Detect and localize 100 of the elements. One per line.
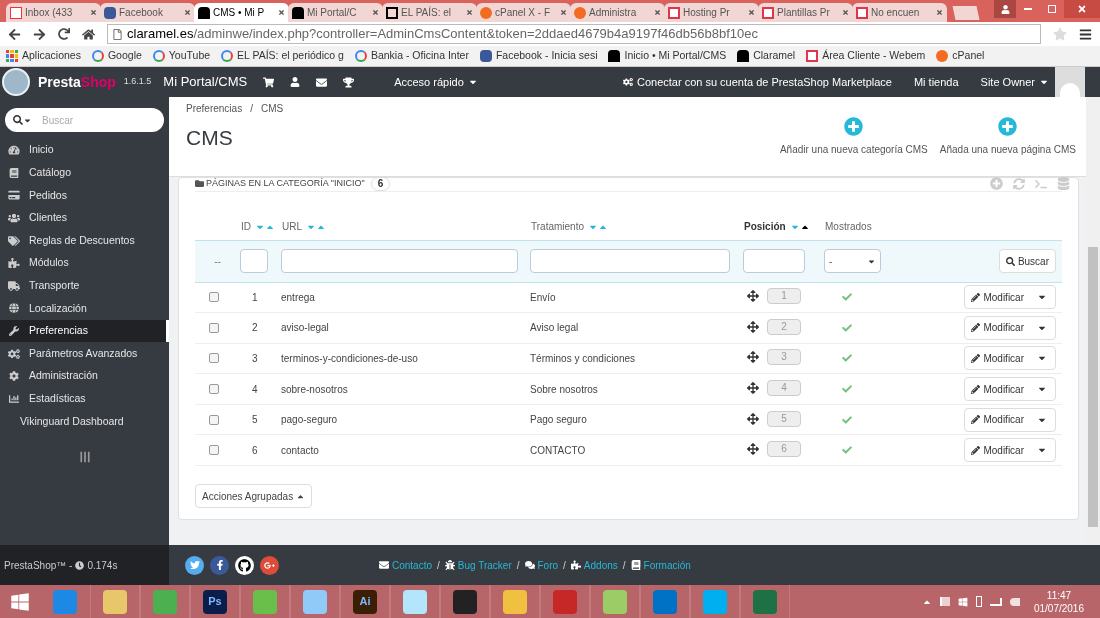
filter-select[interactable]: - (824, 249, 881, 273)
row-checkbox[interactable] (209, 322, 219, 333)
footer-link[interactable]: Addons (583, 557, 618, 573)
taskbar-app[interactable] (90, 585, 140, 618)
sidebar-item[interactable]: Inicio (0, 139, 169, 162)
sidebar-item[interactable]: Reglas de Descuentos (0, 229, 169, 252)
check-icon[interactable] (842, 384, 852, 395)
my-shop-link[interactable]: Mi tienda (913, 73, 959, 91)
taskbar-app[interactable]: Ps (190, 585, 240, 618)
start-icon[interactable] (10, 591, 30, 612)
close-icon[interactable] (748, 9, 755, 16)
sidebar-item[interactable]: Localización (0, 297, 169, 320)
bird-icon[interactable] (185, 555, 204, 575)
taskbar-app[interactable] (290, 585, 340, 618)
back-icon[interactable] (8, 27, 21, 41)
drag-handle-icon[interactable] (747, 351, 759, 364)
browser-tab[interactable]: cPanel X - F (476, 3, 571, 22)
close-icon[interactable] (936, 9, 943, 16)
drag-handle-icon[interactable] (747, 290, 759, 303)
bulk-actions-button[interactable]: Acciones Agrupadas (195, 484, 313, 509)
quick-access-menu[interactable]: Acceso rápido (394, 73, 478, 91)
close-icon[interactable] (466, 9, 473, 16)
search-field[interactable]: Buscar (5, 108, 164, 132)
reload-icon[interactable] (58, 28, 70, 40)
sidebar-item[interactable]: Parámetros Avanzados (0, 342, 169, 365)
edit-button[interactable]: Modificar (964, 377, 1056, 402)
search-input[interactable]: Buscar (42, 112, 142, 128)
row-checkbox[interactable] (209, 445, 219, 456)
g-plus-icon[interactable] (260, 555, 279, 575)
filter-field[interactable] (530, 249, 730, 273)
f-logo-icon[interactable] (210, 555, 229, 575)
filter-field[interactable] (281, 249, 518, 273)
check-icon[interactable] (842, 353, 852, 364)
taskbar-app[interactable] (590, 585, 640, 618)
new-tab-button[interactable] (952, 6, 980, 20)
close-icon[interactable] (184, 9, 191, 16)
bookmark[interactable]: Claramel (737, 48, 796, 64)
close-window-button[interactable] (1064, 0, 1100, 18)
close-icon[interactable] (560, 9, 567, 16)
close-icon[interactable] (372, 9, 379, 16)
clock-time[interactable]: 11:47 (1046, 588, 1072, 602)
shop-name[interactable]: Mi Portal/CMS (163, 72, 248, 92)
drag-handle-icon[interactable] (747, 443, 759, 456)
bookmark[interactable]: YouTube (152, 48, 211, 64)
check-icon[interactable] (842, 292, 852, 303)
check-icon[interactable] (842, 445, 852, 456)
edit-button[interactable]: Modificar (964, 438, 1056, 463)
footer-link[interactable]: Bug Tracker (457, 557, 512, 573)
edit-button[interactable]: Modificar (964, 315, 1056, 340)
edit-button[interactable]: Modificar (964, 346, 1056, 371)
brand-logo[interactable]: PrestaShop (38, 71, 116, 93)
browser-tab[interactable]: Facebook (100, 3, 195, 22)
taskbar-app[interactable] (490, 585, 540, 618)
browser-tab[interactable]: Administra (570, 3, 665, 22)
drag-handle-icon[interactable] (747, 320, 759, 333)
close-icon[interactable] (90, 9, 97, 16)
home-icon[interactable] (82, 27, 95, 41)
row-checkbox[interactable] (209, 353, 219, 364)
user-icon[interactable] (290, 77, 301, 87)
row-checkbox[interactable] (209, 292, 219, 303)
profile-button[interactable] (994, 0, 1016, 18)
trophy-icon[interactable] (343, 76, 355, 88)
breadcrumb-item[interactable]: Preferencias (186, 101, 243, 116)
cat-logo-icon[interactable] (235, 555, 254, 575)
row-checkbox[interactable] (209, 414, 219, 425)
sidebar-item[interactable]: Vikinguard Dashboard (0, 410, 169, 433)
sidebar-item[interactable]: Catálogo (0, 161, 169, 185)
browser-tab[interactable]: Hosting Pr (664, 3, 759, 22)
envelope-icon[interactable] (316, 76, 328, 88)
filter-field[interactable] (240, 249, 268, 273)
close-icon[interactable] (654, 9, 661, 16)
drag-handle-icon[interactable] (747, 382, 759, 395)
sidebar-item[interactable]: Estadísticas (0, 387, 169, 411)
close-icon[interactable] (842, 9, 849, 16)
browser-tab[interactable]: Plantillas Pr (758, 3, 853, 22)
taskbar-app[interactable] (440, 585, 490, 618)
footer-link[interactable]: Contacto (392, 557, 433, 573)
footer-link[interactable]: Formación (643, 557, 691, 573)
sidebar-item[interactable]: Administración (0, 364, 169, 388)
user-menu[interactable]: Site Owner (980, 73, 1049, 91)
sidebar-item[interactable]: Preferencias (0, 319, 169, 343)
address-field[interactable]: claramel.es/adminwe/index.php?controller=AdminCmsContent&token=2ddaed4679b4a9197f46db56b8bf10ec (107, 24, 1041, 44)
battery-icon[interactable] (975, 596, 982, 607)
cart-icon[interactable] (263, 76, 275, 88)
edit-button[interactable]: Modificar (964, 407, 1056, 432)
sidebar-item[interactable]: Pedidos (0, 184, 169, 207)
marketplace-link[interactable]: Conectar con su cuenta de PrestaShop Marketplace (622, 73, 892, 91)
sidebar-item[interactable]: Clientes (0, 206, 169, 230)
check-icon[interactable] (842, 322, 852, 333)
bookmark[interactable]: Google (91, 48, 142, 64)
clock-date[interactable]: 01/07/2016 (1033, 601, 1084, 615)
toolbar-button[interactable]: Añada una nueva página CMS (939, 117, 1076, 176)
windows-icon[interactable] (957, 596, 968, 607)
browser-tab[interactable]: No encuen (852, 3, 947, 22)
scrollbar-thumb[interactable] (1088, 247, 1098, 527)
collapse-menu-icon[interactable] (78, 450, 91, 463)
search-button[interactable]: Buscar (998, 249, 1056, 273)
taskbar-app[interactable]: Ai (340, 585, 390, 618)
browser-tab[interactable]: Inbox (433 (6, 3, 101, 22)
star-icon[interactable] (1053, 27, 1067, 41)
